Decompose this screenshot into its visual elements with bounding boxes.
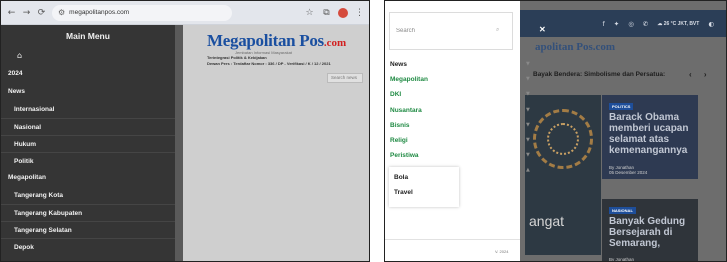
sidebar-item-2024[interactable]: 2024 xyxy=(1,65,175,83)
card-title: Barack Obama memberi ucapan selamat atas… xyxy=(609,112,689,156)
site-search-button[interactable]: Search news xyxy=(327,73,363,83)
main-menu-list: 2024 News Internasional Nasional Hukum Politi… xyxy=(1,65,175,255)
news-card-politics: POLITICS Barack Obama memberi ucapan sel… xyxy=(602,95,698,179)
hero-word: angat xyxy=(529,213,565,229)
chevron-down-icon[interactable]: ▼ xyxy=(526,57,530,72)
drawer-item-label: Religi xyxy=(390,136,408,144)
drawer-item-label: Peristiwa xyxy=(390,152,419,160)
site-meta-line-2: Dewan Pers : Terdaftar Nomor : 336 / DP … xyxy=(207,61,331,66)
drawer-item-dki[interactable]: DKI ▼ xyxy=(390,87,530,102)
chevron-up-icon[interactable]: ▲ xyxy=(526,163,530,178)
drawer-item-label: Bisnis xyxy=(390,121,410,129)
sidebar-item-politik[interactable]: Politik xyxy=(1,152,175,169)
sidebar-item-nasional[interactable]: Nasional xyxy=(1,118,175,135)
forward-icon[interactable]: → xyxy=(22,8,31,18)
sidebar-item-tangerang-selatan[interactable]: Tangerang Selatan xyxy=(1,221,175,238)
sidebar-item-tangerang-kota[interactable]: Tangerang Kota xyxy=(1,187,175,204)
sidebar-item-tangerang-kabupaten[interactable]: Tangerang Kabupaten xyxy=(1,204,175,221)
drawer-item-label: DKI xyxy=(390,91,402,99)
browser-toolbar: ← → ⟳ ⚙ megapolitanpos.com ☆ ⧉ ⋮ xyxy=(1,1,369,25)
drawer-item-news[interactable]: News ▼ xyxy=(390,57,530,72)
card-byline: By Jonathan xyxy=(609,257,635,262)
sport-submenu: Bola Travel xyxy=(389,167,459,207)
drawer-item-label: News xyxy=(390,61,407,68)
drawer-item-label: Megapolitan xyxy=(390,76,428,84)
version-label: V. 2024 xyxy=(495,249,509,254)
submenu-item-bola[interactable]: Bola xyxy=(389,170,459,185)
sidebar-item-hukum[interactable]: Hukum xyxy=(1,135,175,152)
left-browser-window: ← → ⟳ ⚙ megapolitanpos.com ☆ ⧉ ⋮ Main Me… xyxy=(0,0,370,262)
home-icon[interactable]: ⌂ xyxy=(1,47,175,65)
whatsapp-icon[interactable]: ✆ xyxy=(643,20,648,28)
card-byline: By Jonathan 05 Desember 2024 xyxy=(609,165,648,175)
card-title: Banyak Gedung Bersejarah di Semarang, xyxy=(609,216,686,249)
headline-arrows[interactable]: ‹ › xyxy=(689,70,712,79)
address-url: megapolitanpos.com xyxy=(69,9,130,16)
submenu-item-travel[interactable]: Travel xyxy=(389,185,459,200)
search-input[interactable] xyxy=(396,26,486,36)
chevron-down-icon[interactable]: ▼ xyxy=(526,87,530,102)
main-menu-title: Main Menu xyxy=(66,31,110,41)
drawer-item-bisnis[interactable]: Bisnis ▼ xyxy=(390,118,530,133)
sidebar-item-megapolitan[interactable]: Megapolitan xyxy=(1,169,175,187)
background-site-logo: apolitan Pos.com xyxy=(535,41,616,53)
sidebar-item-depok[interactable]: Depok xyxy=(1,238,175,255)
address-bar[interactable]: ⚙ megapolitanpos.com xyxy=(52,4,232,21)
search-box: ⌕ xyxy=(389,12,513,50)
dark-mode-icon[interactable]: ◐ xyxy=(708,20,714,28)
drawer-item-religi[interactable]: Religi ▼ xyxy=(390,133,530,148)
facebook-icon[interactable]: f xyxy=(602,20,604,28)
profile-avatar[interactable] xyxy=(338,7,348,18)
chevron-down-icon[interactable]: ▼ xyxy=(526,133,530,148)
chevron-down-icon[interactable]: ▼ xyxy=(526,118,530,133)
drawer-footer: V. 2024 xyxy=(385,239,520,261)
drawer-item-peristiwa[interactable]: Peristiwa ▼ xyxy=(390,148,530,163)
sidebar-scrollbar[interactable] xyxy=(175,25,183,261)
weather-readout: ☁ 26 °C JKT, BVT xyxy=(657,20,700,27)
site-page-background: Megapolitan Pos.com Jembatan Informasi M… xyxy=(183,25,369,261)
instagram-icon[interactable]: ◎ xyxy=(628,20,634,28)
drawer-item-label: Nusantara xyxy=(390,106,422,114)
hero-image: angat xyxy=(525,95,601,255)
sidebar-item-internasional[interactable]: Internasional xyxy=(1,101,175,118)
right-browser-window: f ✦ ◎ ✆ ☁ 26 °C JKT, BVT ◐ ✕ apolitan Po… xyxy=(384,0,727,262)
category-badge: POLITICS xyxy=(609,103,634,110)
chevron-down-icon[interactable]: ▼ xyxy=(526,72,530,87)
twitter-icon[interactable]: ✦ xyxy=(614,20,619,28)
mobile-menu-drawer: ⌕ News ▼ Megapolitan ▼ DKI ▼ Nusantara ▼ Bisnis ▼… xyxy=(385,1,530,261)
chevron-down-icon[interactable]: ▼ xyxy=(526,148,530,163)
extension-icon[interactable]: ⧉ xyxy=(321,8,332,18)
search-icon[interactable]: ⌕ xyxy=(496,26,499,34)
news-card-nasional: NASIONAL Banyak Gedung Bersejarah di Sem… xyxy=(602,199,698,261)
back-icon[interactable]: ← xyxy=(7,8,16,18)
reload-icon[interactable]: ⟳ xyxy=(37,8,46,18)
chevron-down-icon[interactable]: ▼ xyxy=(526,103,530,118)
site-info-icon[interactable]: ⚙ xyxy=(58,8,65,17)
sidebar-item-news[interactable]: News xyxy=(1,83,175,101)
star-icon[interactable]: ☆ xyxy=(304,8,315,18)
site-logo[interactable]: Megapolitan Pos.com xyxy=(207,31,346,51)
site-meta-line-1: Terintegrasi Politik & Kebijakan xyxy=(207,55,267,60)
drawer-menu-list: News ▼ Megapolitan ▼ DKI ▼ Nusantara ▼ Bisnis ▼ Re… xyxy=(390,57,530,179)
breaking-headline: Bayak Bendera: Simbolisme dan Persatua: xyxy=(533,71,666,78)
kebab-menu-icon[interactable]: ⋮ xyxy=(354,8,365,18)
close-icon[interactable]: ✕ xyxy=(539,25,546,34)
category-badge: NASIONAL xyxy=(609,207,636,214)
drawer-item-megapolitan[interactable]: Megapolitan ▼ xyxy=(390,72,530,87)
drawer-item-nusantara[interactable]: Nusantara ▼ xyxy=(390,103,530,118)
main-menu-sidebar: Main Menu ⌂ 2024 News Internasional Nasiona… xyxy=(1,25,175,261)
